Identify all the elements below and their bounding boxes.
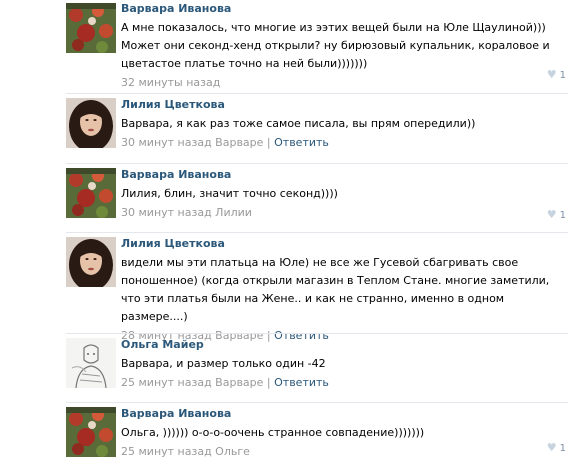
avatar[interactable]	[66, 338, 116, 388]
comment-body: Варвара Иванова А мне показалось, что мн…	[121, 2, 566, 90]
comment-body: Варвара Иванова Лилия, блин, значит точн…	[121, 168, 566, 220]
comment-author[interactable]: Лилия Цветкова	[121, 237, 566, 251]
comment-author[interactable]: Варвара Иванова	[121, 407, 566, 421]
comment-time[interactable]: 32 минуты назад	[121, 76, 220, 89]
comment-author[interactable]: Лилия Цветкова	[121, 98, 566, 112]
heart-icon: ♥	[546, 208, 557, 221]
comment-meta: 30 минут назад Варваре | Ответить	[121, 136, 566, 150]
divider	[66, 163, 568, 164]
comment-body: Лилия Цветкова видели мы эти платьца на …	[121, 237, 566, 343]
comment-meta: 25 минут назад Варваре | Ответить	[121, 376, 566, 390]
comment-item: Лилия Цветкова Варвара, я как раз тоже с…	[0, 93, 580, 161]
comment-text: Лилия, блин, значит точно секонд))))	[121, 187, 338, 200]
comment-author[interactable]: Варвара Иванова	[121, 168, 566, 182]
like-count: 1	[559, 443, 566, 454]
comment-item: Варвара Иванова Ольга, )))))) о-о-о-ооче…	[0, 402, 580, 461]
avatar[interactable]	[66, 3, 116, 53]
comment-time[interactable]: 30 минут назад Лилии	[121, 206, 252, 219]
comment-meta: 25 минут назад Ольге	[121, 445, 566, 459]
heart-icon: ♥	[546, 441, 557, 454]
comment-text: А мне показалось, что многие из ээтих ве…	[121, 21, 550, 70]
comment-text: видели мы эти платьца на Юле) не все же …	[121, 256, 550, 323]
meta-separator: |	[263, 136, 275, 149]
like-button[interactable]: ♥ 1	[536, 209, 566, 222]
comment-body: Варвара Иванова Ольга, )))))) о-о-о-ооче…	[121, 407, 566, 459]
comment-meta: 32 минуты назад	[121, 76, 566, 90]
comment-item: Варвара Иванова А мне показалось, что мн…	[0, 0, 580, 89]
divider	[66, 93, 568, 94]
like-button[interactable]: ♥ 1	[536, 442, 566, 455]
avatar[interactable]	[66, 237, 116, 287]
comment-item: Варвара Иванова Лилия, блин, значит точн…	[0, 163, 580, 229]
reply-link[interactable]: Ответить	[274, 376, 329, 389]
comment-item: Лилия Цветкова видели мы эти платьца на …	[0, 232, 580, 342]
avatar[interactable]	[66, 168, 116, 218]
divider	[66, 232, 568, 233]
comment-body: Ольга Майер Варвара, и размер только оди…	[121, 338, 566, 390]
like-count: 1	[559, 210, 566, 221]
comment-meta: 30 минут назад Лилии	[121, 206, 566, 220]
comment-item: Ольга Майер Варвара, и размер только оди…	[0, 333, 580, 399]
comment-text: Варвара, и размер только один -42	[121, 357, 326, 370]
reply-link[interactable]: Ответить	[274, 136, 329, 149]
comment-time[interactable]: 25 минут назад Варваре	[121, 376, 263, 389]
like-button[interactable]: ♥ 1	[536, 69, 566, 82]
meta-separator: |	[263, 376, 275, 389]
comment-time[interactable]: 30 минут назад Варваре	[121, 136, 263, 149]
heart-icon: ♥	[546, 68, 557, 81]
comment-time[interactable]: 25 минут назад Ольге	[121, 445, 250, 458]
comment-text: Ольга, )))))) о-о-о-оочень странное совп…	[121, 426, 425, 439]
avatar[interactable]	[66, 98, 116, 148]
comment-author[interactable]: Ольга Майер	[121, 338, 566, 352]
comment-author[interactable]: Варвара Иванова	[121, 2, 566, 16]
comment-text: Варвара, я как раз тоже самое писала, вы…	[121, 117, 476, 130]
divider	[66, 333, 568, 334]
like-count: 1	[559, 70, 566, 81]
comment-body: Лилия Цветкова Варвара, я как раз тоже с…	[121, 98, 566, 150]
divider	[66, 402, 568, 403]
avatar[interactable]	[66, 407, 116, 457]
